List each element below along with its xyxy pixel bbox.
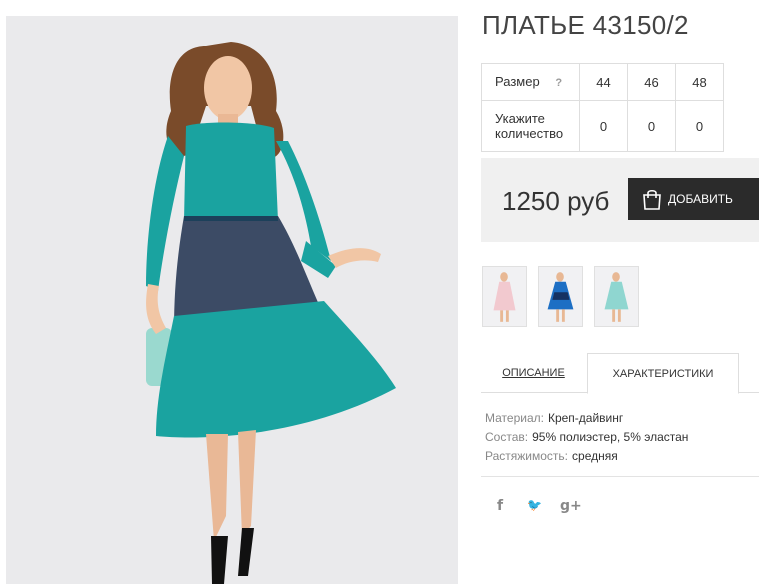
size-48: 48: [675, 63, 724, 101]
characteristic-row: Материал: Креп-дайвинг: [485, 409, 688, 428]
quantity-input-48[interactable]: 0: [675, 100, 724, 152]
size-row: Размер ? 44 46 48: [481, 63, 724, 101]
googleplus-icon[interactable]: g+: [560, 498, 582, 514]
characteristic-key: Растяжимость:: [485, 449, 569, 463]
tab-description[interactable]: ОПИСАНИЕ: [481, 353, 586, 394]
shopping-bag-icon: [643, 189, 661, 210]
twitter-icon[interactable]: 🐦: [527, 498, 542, 512]
quantity-row: Укажите количество 0 0 0: [481, 100, 724, 152]
size-46: 46: [627, 63, 676, 101]
thumbnail-pink-image: [493, 272, 516, 322]
quantity-label: Укажите количество: [481, 100, 580, 152]
thumbnail-mint-image: [604, 272, 629, 322]
dress-model-illustration: [6, 16, 458, 584]
thumbnail-pink[interactable]: [482, 266, 527, 327]
characteristic-row: Растяжимость: средняя: [485, 447, 688, 466]
quantity-input-44[interactable]: 0: [579, 100, 628, 152]
characteristic-value: 95% полиэстер, 5% эластан: [532, 430, 689, 444]
characteristic-key: Материал:: [485, 411, 544, 425]
characteristic-value: Креп-дайвинг: [547, 411, 624, 425]
add-to-cart-button[interactable]: ДОБАВИТЬ: [628, 178, 759, 220]
price-box: 1250 руб ДОБАВИТЬ: [481, 158, 759, 242]
thumbnail-mint[interactable]: [594, 266, 639, 327]
product-tabs: ОПИСАНИЕ ХАРАКТЕРИСТИКИ: [481, 353, 759, 394]
thumbnail-blue-image: [547, 272, 574, 322]
add-to-cart-label: ДОБАВИТЬ: [668, 192, 733, 206]
question-icon[interactable]: ?: [555, 76, 562, 91]
characteristic-row: Состав: 95% полиэстер, 5% эластан: [485, 428, 688, 447]
thumbnail-blue[interactable]: [538, 266, 583, 327]
product-main-image[interactable]: [6, 16, 458, 584]
size-table: Размер ? 44 46 48 Укажите количество 0 0…: [481, 63, 724, 152]
characteristic-value: средняя: [572, 449, 618, 463]
size-44: 44: [579, 63, 628, 101]
characteristic-key: Состав:: [485, 430, 529, 444]
quantity-input-46[interactable]: 0: [627, 100, 676, 152]
size-label: Размер: [495, 73, 540, 89]
product-price: 1250 руб: [502, 186, 610, 216]
product-title: ПЛАТЬЕ 43150/2: [482, 10, 689, 40]
characteristics-list: Материал: Креп-дайвинг Состав: 95% полиэст…: [485, 409, 688, 466]
tab-characteristics[interactable]: ХАРАКТЕРИСТИКИ: [587, 353, 739, 394]
divider: [481, 476, 759, 477]
size-label-cell: Размер ?: [481, 63, 580, 101]
facebook-icon[interactable]: f: [497, 498, 503, 514]
